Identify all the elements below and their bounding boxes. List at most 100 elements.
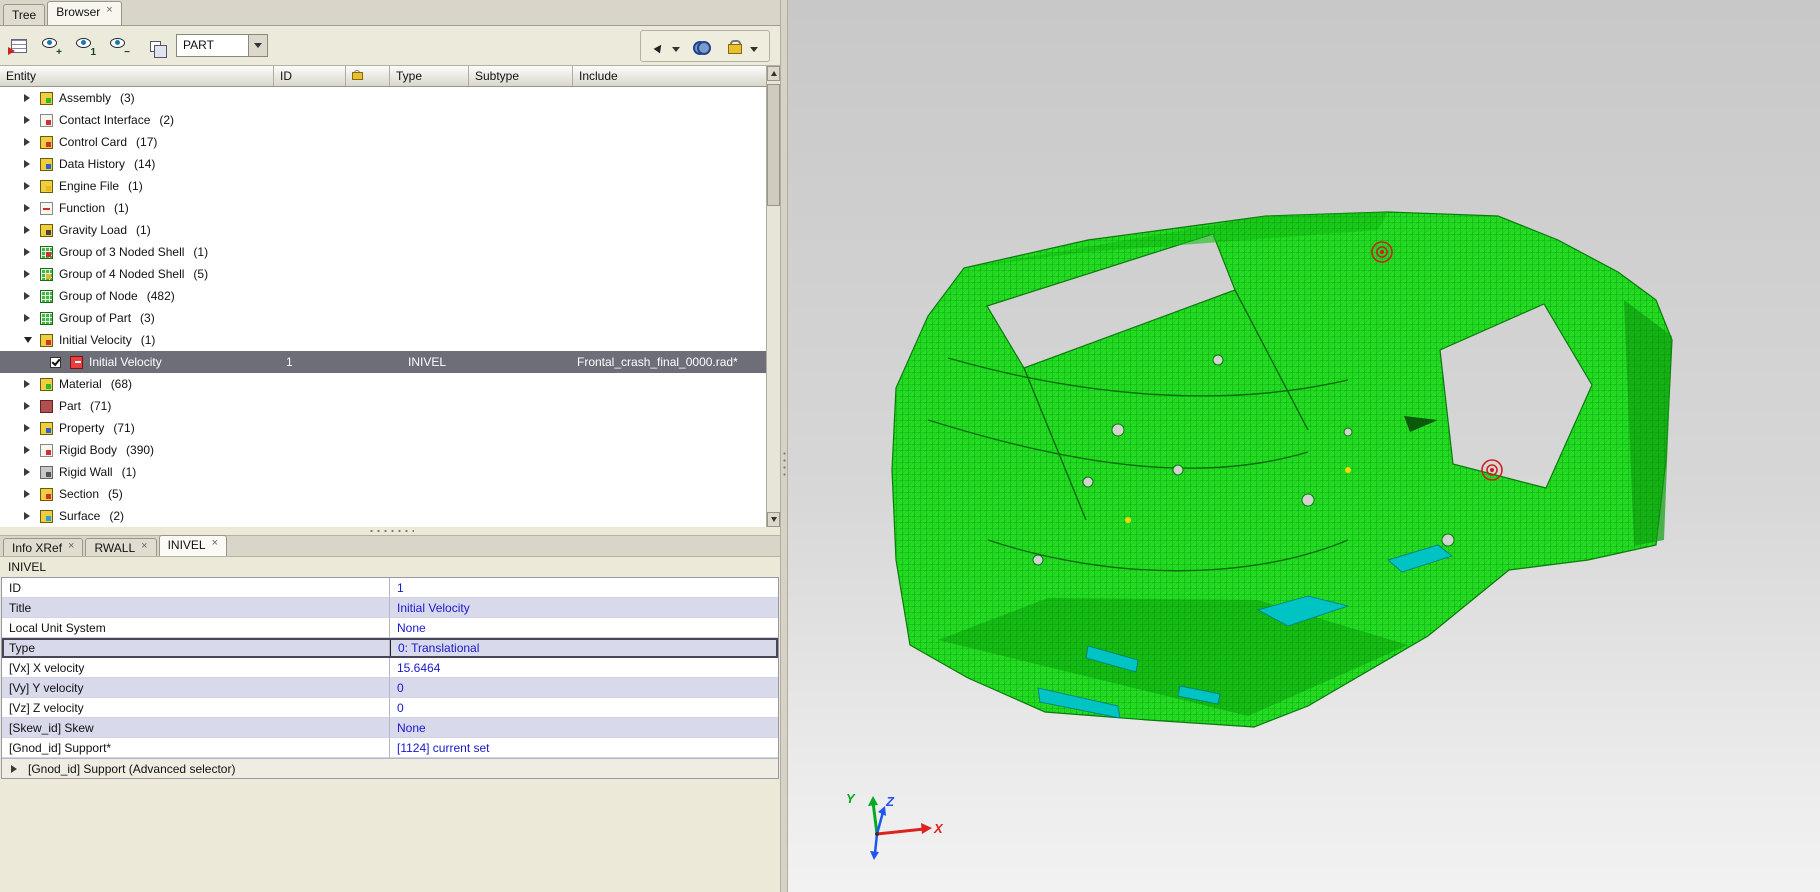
tree-item-group-node[interactable]: Group of Node (482) (0, 285, 766, 307)
tree-item-part[interactable]: Part (71) (0, 395, 766, 417)
tree-item-count: (3) (140, 311, 155, 325)
property-value-field[interactable]: 0 (390, 698, 778, 718)
scroll-down-icon[interactable] (767, 512, 780, 527)
column-header-subtype[interactable]: Subtype (469, 66, 573, 86)
vertical-splitter[interactable] (780, 0, 788, 892)
tree-item-function[interactable]: Function (1) (0, 197, 766, 219)
tree-item-assembly[interactable]: Assembly (3) (0, 87, 766, 109)
selector-mode-icon[interactable]: ► (645, 33, 671, 61)
expand-toggle-icon[interactable] (24, 402, 38, 410)
tab-close-icon[interactable]: × (212, 538, 218, 549)
copy-layers-icon[interactable] (142, 32, 168, 60)
property-value-field[interactable]: Initial Velocity (390, 598, 778, 618)
tree-item-initial-velocity[interactable]: Initial Velocity (1) (0, 329, 766, 351)
tab-close-icon[interactable]: × (68, 541, 74, 552)
expand-toggle-icon[interactable] (24, 512, 38, 520)
column-header-include[interactable]: Include (573, 66, 766, 86)
column-header-entity[interactable]: Entity (0, 66, 274, 86)
expand-toggle-icon[interactable] (24, 270, 38, 278)
selection-tool-group: ► (640, 30, 770, 62)
property-value-field[interactable]: 1 (390, 578, 778, 598)
expand-toggle-icon[interactable] (24, 94, 38, 102)
tree-item-group-shell3[interactable]: Group of 3 Noded Shell (1) (0, 241, 766, 263)
tree-child-item[interactable]: Initial Velocity 1 INIVEL Frontal_crash_fin… (0, 351, 766, 373)
property-value-field[interactable]: 15.6464 (390, 658, 778, 678)
expand-toggle-icon[interactable] (24, 226, 38, 234)
column-label: Type (396, 69, 423, 83)
column-header-id[interactable]: ID (274, 66, 346, 86)
dropdown-arrow-icon[interactable] (248, 34, 268, 57)
column-header-lock[interactable] (346, 66, 390, 86)
entity-hierarchy-icon[interactable] (6, 32, 32, 60)
tree-item-rigid-wall[interactable]: Rigid Wall (1) (0, 461, 766, 483)
tab-close-icon[interactable]: × (106, 5, 112, 16)
lock-icon[interactable] (721, 33, 747, 61)
scrollbar-thumb[interactable] (767, 84, 780, 206)
expand-toggle-icon[interactable] (24, 204, 38, 212)
tree-item-count: (71) (113, 421, 135, 435)
collapse-toggle-icon[interactable] (24, 337, 38, 343)
show-entities-icon[interactable]: + (38, 32, 64, 60)
horizontal-splitter[interactable] (0, 527, 780, 535)
find-icon[interactable] (689, 33, 715, 61)
tab-info-xref[interactable]: Info XRef × (3, 538, 84, 556)
editor-tabbar: Info XRef × RWALL × INIVEL × (0, 535, 780, 557)
expand-toggle-icon[interactable] (24, 424, 38, 432)
property-value-field[interactable]: [1124] current set (390, 738, 778, 758)
hide-entities-icon[interactable]: − (106, 32, 132, 60)
tab-browser[interactable]: Browser × (47, 1, 122, 25)
tab-inivel[interactable]: INIVEL × (158, 535, 228, 556)
property-row: [Vz] Z velocity 0 (2, 698, 778, 718)
tab-close-icon[interactable]: × (141, 541, 147, 552)
group-shell4-icon (40, 267, 53, 281)
isolate-entities-icon[interactable]: 1 (72, 32, 98, 60)
tree-item-rigid-body[interactable]: Rigid Body (390) (0, 439, 766, 461)
scroll-up-icon[interactable] (767, 66, 780, 81)
filter-value[interactable]: PART (176, 34, 248, 57)
column-label: Include (579, 69, 618, 83)
visibility-checkbox[interactable] (50, 356, 61, 368)
expand-toggle-icon[interactable] (24, 248, 38, 256)
viewport-3d[interactable]: Y Z X (788, 0, 1820, 892)
expand-toggle-icon[interactable] (11, 765, 21, 773)
expand-toggle-icon[interactable] (24, 116, 38, 124)
expand-toggle-icon[interactable] (24, 468, 38, 476)
property-value-field[interactable]: None (390, 718, 778, 738)
tab-tree[interactable]: Tree (3, 4, 46, 25)
viewport-3d-canvas[interactable]: Y Z X (788, 0, 1820, 892)
tab-rwall[interactable]: RWALL × (85, 538, 157, 556)
expand-toggle-icon[interactable] (24, 160, 38, 168)
tree-item-property[interactable]: Property (71) (0, 417, 766, 439)
entity-filter-combobox[interactable]: PART (176, 34, 268, 57)
expand-toggle-icon[interactable] (24, 446, 38, 454)
expand-toggle-icon[interactable] (24, 292, 38, 300)
tree-item-section[interactable]: Section (5) (0, 483, 766, 505)
property-value-field[interactable]: 0: Translational (390, 638, 778, 658)
tree-item-group-part[interactable]: Group of Part (3) (0, 307, 766, 329)
property-label: Title (2, 598, 390, 618)
expand-toggle-icon[interactable] (24, 490, 38, 498)
property-value-field[interactable]: None (390, 618, 778, 638)
tree-item-surface[interactable]: Surface (2) (0, 505, 766, 527)
tree-child-label: Initial Velocity (89, 355, 162, 369)
tree-item-count: (71) (90, 399, 112, 413)
tree-scrollbar[interactable] (766, 66, 780, 527)
expand-toggle-icon[interactable] (24, 380, 38, 388)
tree-item-label: Engine File (59, 179, 120, 193)
lock-dropdown-icon[interactable] (749, 44, 759, 54)
tree-item-data-history[interactable]: Data History (14) (0, 153, 766, 175)
tree-item-group-shell4[interactable]: Group of 4 Noded Shell (5) (0, 263, 766, 285)
tree-item-contact-interface[interactable]: Contact Interface (2) (0, 109, 766, 131)
column-header-type[interactable]: Type (390, 66, 469, 86)
tree-item-engine-file[interactable]: Engine File (1) (0, 175, 766, 197)
car-model-mesh[interactable] (891, 211, 1673, 728)
property-value-field[interactable]: 0 (390, 678, 778, 698)
expand-toggle-icon[interactable] (24, 182, 38, 190)
tree-item-control-card[interactable]: Control Card (17) (0, 131, 766, 153)
expand-toggle-icon[interactable] (24, 138, 38, 146)
advanced-selector-row[interactable]: [Gnod_id] Support (Advanced selector) (2, 758, 778, 778)
expand-toggle-icon[interactable] (24, 314, 38, 322)
tree-item-material[interactable]: Material (68) (0, 373, 766, 395)
tree-item-gravity-load[interactable]: Gravity Load (1) (0, 219, 766, 241)
selector-dropdown-icon[interactable] (671, 44, 681, 54)
